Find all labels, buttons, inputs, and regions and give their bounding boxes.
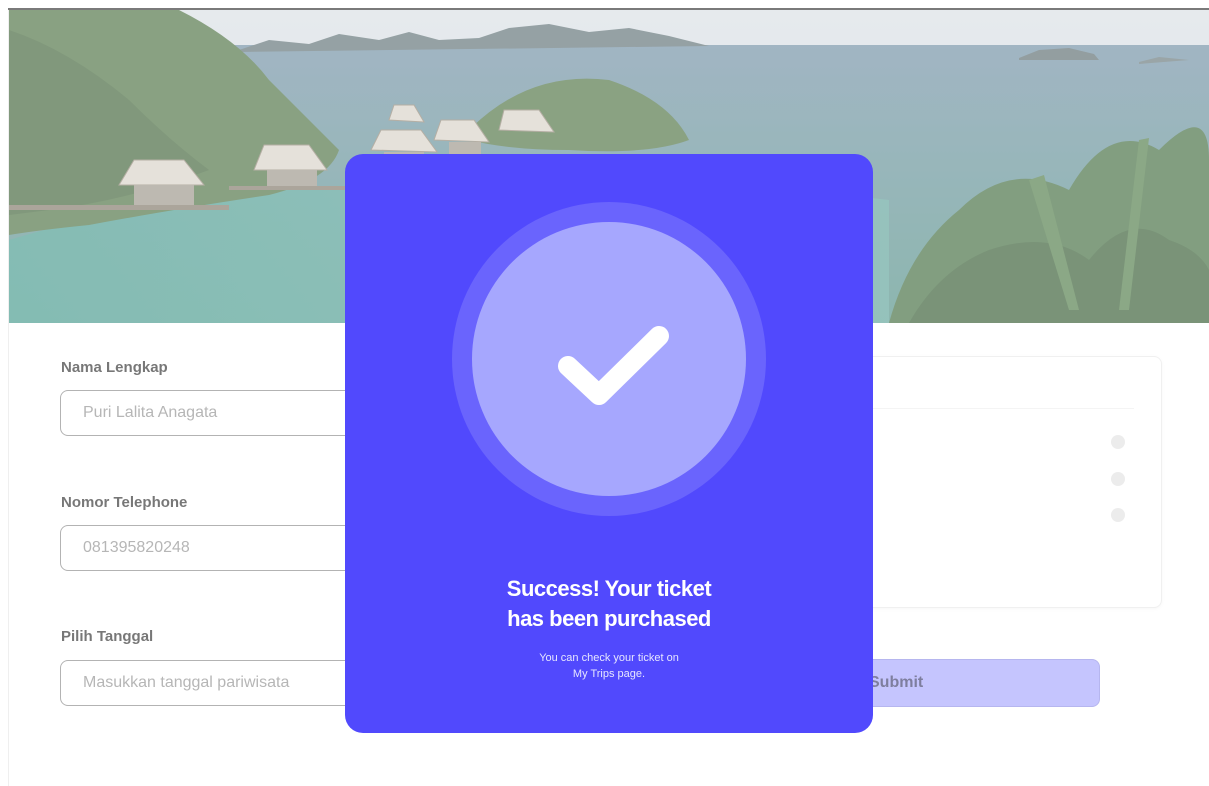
success-modal: Success! Your ticket has been purchased …: [345, 154, 873, 733]
booking-page: Nama Lengkap Puri Lalita Anagata Nomor T…: [0, 0, 1209, 786]
success-subtitle: You can check your ticket on My Trips pa…: [345, 650, 873, 682]
success-title-line-1: Success! Your ticket: [506, 576, 712, 601]
success-subtitle-line-1: You can check your ticket on: [539, 652, 679, 664]
success-title-line-2: has been purchased: [507, 606, 711, 631]
success-title: Success! Your ticket has been purchased: [345, 574, 873, 634]
checkmark-icon: [558, 326, 669, 405]
success-subtitle-line-2: My Trips page.: [572, 668, 646, 680]
